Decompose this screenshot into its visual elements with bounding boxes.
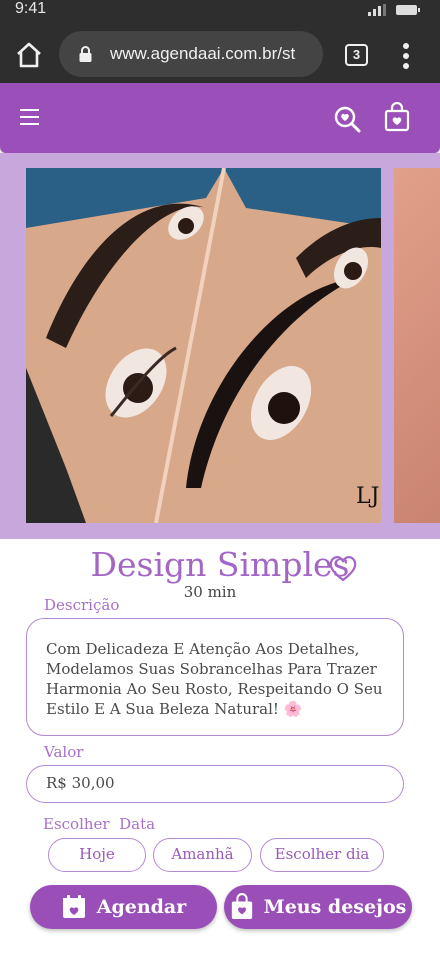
heart-outline-icon[interactable] [327, 553, 359, 583]
date-option-today[interactable]: Hoje [48, 838, 146, 872]
wishlist-button[interactable]: Meus desejos [224, 885, 412, 929]
shopping-bag-heart-icon[interactable] [384, 102, 410, 132]
status-bar: 9:41 [0, 0, 440, 22]
lock-icon [79, 46, 92, 62]
eyebrow-photo: LJ [26, 168, 381, 523]
search-heart-icon[interactable] [333, 105, 361, 133]
date-option-tomorrow[interactable]: Amanhã [153, 838, 252, 872]
service-title-row: Design Simples [0, 545, 440, 584]
value-field: R$ 30,00 [26, 765, 404, 803]
status-time: 9:41 [15, 0, 47, 17]
choose-date-label: Escolher Data [43, 815, 156, 833]
app-header [0, 83, 440, 153]
more-vert-icon[interactable] [402, 43, 410, 69]
wishlist-button-label: Meus desejos [263, 896, 407, 918]
signal-icon [368, 4, 386, 16]
url-bar[interactable]: www.agendaai.com.br/st [59, 31, 323, 77]
schedule-button[interactable]: Agendar [30, 885, 217, 929]
schedule-button-label: Agendar [96, 896, 187, 918]
shopping-bag-heart-icon [231, 893, 252, 919]
url-text: www.agendaai.com.br/st [110, 44, 296, 63]
value-label: Valor [44, 743, 84, 761]
gallery-photo-main[interactable]: LJ [26, 168, 381, 523]
tabs-icon[interactable]: 3 [345, 44, 368, 66]
calendar-icon [62, 895, 85, 918]
description-box: Com Delicadeza E Atenção Aos Detalhes, M… [26, 618, 404, 736]
menu-icon[interactable] [20, 109, 39, 125]
service-title: Design Simples [90, 545, 350, 584]
home-icon[interactable] [14, 40, 44, 70]
battery-icon [396, 5, 420, 15]
browser-toolbar: www.agendaai.com.br/st 3 [0, 22, 440, 83]
status-icons [368, 4, 420, 16]
date-option-choose-day[interactable]: Escolher dia [260, 838, 384, 872]
photo-gallery[interactable]: LJ [0, 153, 440, 539]
gallery-photo-next[interactable] [394, 168, 440, 523]
description-label: Descrição [44, 596, 120, 614]
watermark: LJ [356, 484, 379, 509]
